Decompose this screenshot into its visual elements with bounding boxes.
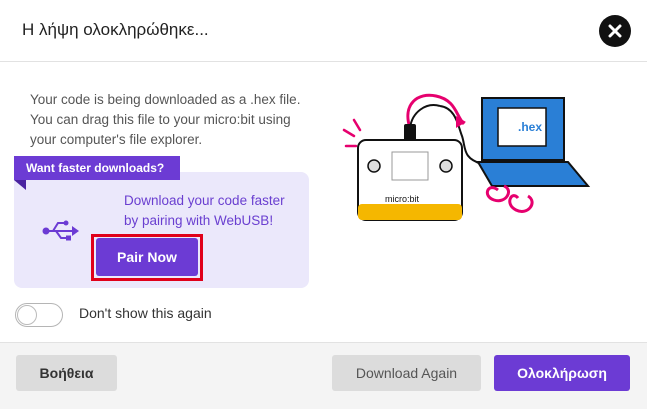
dont-show-label: Don't show this again (79, 305, 212, 321)
usb-icon (42, 220, 79, 241)
cable (406, 93, 466, 129)
close-icon (608, 24, 622, 38)
close-button[interactable] (599, 15, 631, 47)
dont-show-toggle[interactable] (15, 303, 63, 327)
faster-downloads-ribbon: Want faster downloads? (14, 156, 180, 180)
dialog-header: Η λήψη ολοκληρώθηκε... (0, 0, 647, 62)
download-illustration: micro:bit .hex (342, 93, 591, 221)
spark-line (342, 128, 356, 138)
board-button (367, 159, 381, 173)
board-label: micro:bit (385, 194, 420, 204)
board-button (439, 159, 453, 173)
download-description: Your code is being downloaded as a .hex … (30, 92, 301, 147)
download-again-button[interactable]: Download Again (332, 355, 481, 391)
pair-now-button[interactable]: Pair Now (96, 238, 198, 276)
finish-button[interactable]: Ολοκλήρωση (494, 355, 630, 391)
cable-loop (508, 194, 534, 213)
laptop-base (476, 161, 591, 187)
ribbon-fold (14, 180, 26, 190)
hex-file-label: .hex (518, 120, 542, 134)
dialog-title: Η λήψη ολοκληρώθηκε... (22, 20, 209, 39)
webusb-description: Download your code faster by pairing wit… (124, 193, 285, 228)
cable-loop (485, 184, 510, 203)
toggle-knob (17, 305, 37, 325)
board-edge (358, 204, 462, 220)
help-button[interactable]: Βοήθεια (16, 355, 117, 391)
led-matrix (391, 151, 429, 181)
spark-line (352, 118, 362, 132)
